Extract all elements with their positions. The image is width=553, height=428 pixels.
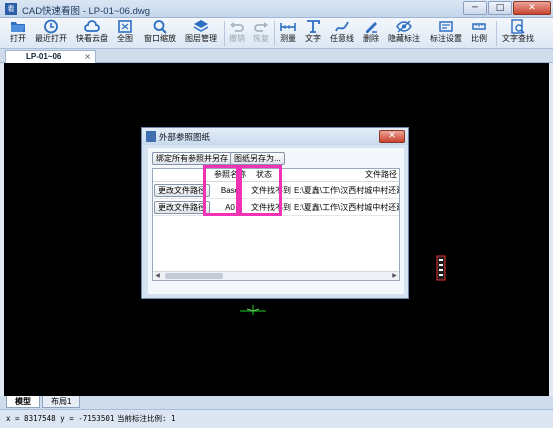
scroll-left-icon[interactable]: ◀ — [153, 272, 162, 280]
layers-icon — [193, 20, 209, 32]
open-button[interactable]: 打开 — [6, 19, 30, 48]
change-path-button[interactable]: 更改文件路径 — [154, 201, 210, 214]
document-tab[interactable]: LP-01~06 × — [5, 50, 96, 63]
drawing-fragment-right — [436, 255, 446, 281]
cloud-button[interactable]: 快看云盘 — [74, 19, 110, 48]
layout-tab-strip: 模型 布局1 — [0, 396, 553, 409]
text-search-icon — [511, 19, 525, 34]
window-zoom-button[interactable]: 窗口缩放 — [141, 19, 179, 48]
history-icon — [44, 19, 58, 34]
scroll-right-icon[interactable]: ▶ — [390, 272, 399, 280]
delete-button[interactable]: 删除 — [361, 19, 381, 48]
hide-annotation-icon — [396, 20, 412, 33]
tab-model[interactable]: 模型 — [6, 396, 40, 408]
scroll-thumb[interactable] — [165, 273, 223, 279]
annotation-scale: 当前标注比例: 1 — [117, 414, 176, 423]
annotation-settings-icon — [439, 21, 453, 32]
dialog-title-bar: 外部参照图纸 ✕ — [142, 128, 408, 145]
freeline-icon — [335, 21, 349, 32]
xref-path: E:\夏鑫\工作\汉西村城中村还建小区 — [294, 203, 399, 212]
window-zoom-icon — [153, 20, 167, 34]
toolbar-divider — [224, 21, 225, 46]
column-header-path: 文件路径 — [365, 170, 397, 179]
main-toolbar: 打开 最近打开 快看云盘 全图 窗口缩放 图层管理 撤销 恢复 测量 文字 任意… — [0, 18, 553, 49]
undo-button[interactable]: 撤销 — [227, 19, 247, 48]
dialog-close-button[interactable]: ✕ — [379, 130, 405, 143]
window-title: CAD快速看图 - LP-01~06.dwg — [22, 6, 151, 17]
highlight-name-column — [203, 165, 239, 216]
toolbar-divider — [274, 21, 275, 46]
measure-icon — [280, 23, 296, 31]
redo-icon — [254, 22, 268, 32]
document-tab-strip: LP-01~06 × — [0, 49, 553, 63]
annotation-settings-button[interactable]: 标注设置 — [428, 19, 464, 48]
hide-annotation-button[interactable]: 隐藏标注 — [386, 19, 422, 48]
scale-button[interactable]: 比例 — [467, 19, 491, 48]
tab-layout1[interactable]: 布局1 — [42, 396, 81, 408]
text-search-button[interactable]: 文字查找 — [500, 19, 536, 48]
close-window-button[interactable]: ✕ — [513, 1, 551, 15]
dialog-icon — [146, 131, 156, 142]
drawing-fragment-bottom — [240, 305, 266, 315]
toolbar-divider — [496, 21, 497, 46]
text-icon — [307, 20, 320, 33]
save-drawing-as-button[interactable]: 图纸另存为... — [230, 152, 285, 165]
status-bar: x = 8317548 y = -7153501 当前标注比例: 1 — [0, 409, 553, 428]
freeline-button[interactable]: 任意线 — [328, 19, 356, 48]
close-tab-icon[interactable]: × — [84, 51, 91, 62]
redo-button[interactable]: 恢复 — [251, 19, 271, 48]
undo-icon — [230, 22, 244, 32]
measure-button[interactable]: 测量 — [278, 19, 298, 48]
highlight-status-column — [239, 165, 282, 216]
document-tab-label: LP-01~06 — [26, 52, 62, 61]
full-extent-icon — [118, 20, 132, 33]
change-path-button[interactable]: 更改文件路径 — [154, 184, 210, 197]
minimize-button[interactable]: ─ — [463, 1, 487, 15]
delete-icon — [366, 22, 377, 33]
coordinate-readout: x = 8317548 y = -7153501 — [6, 414, 115, 423]
folder-open-icon — [11, 22, 25, 32]
title-bar: 看 CAD快速看图 - LP-01~06.dwg ─ □ ✕ — [0, 0, 553, 18]
app-logo-icon: 看 — [5, 3, 17, 15]
dialog-title: 外部参照图纸 — [159, 132, 211, 142]
maximize-button[interactable]: □ — [488, 1, 512, 15]
window-controls: ─ □ ✕ — [463, 1, 551, 15]
full-extent-button[interactable]: 全图 — [113, 19, 137, 48]
recent-button[interactable]: 最近打开 — [33, 19, 69, 48]
scale-icon — [472, 23, 486, 30]
cloud-icon — [84, 20, 100, 32]
layer-manager-button[interactable]: 图层管理 — [182, 19, 220, 48]
bind-all-save-button[interactable]: 绑定所有参照并另存 — [152, 152, 232, 165]
xref-path: E:\夏鑫\工作\汉西村城中村还建小区 — [294, 186, 399, 195]
text-button[interactable]: 文字 — [303, 19, 323, 48]
horizontal-scrollbar[interactable]: ◀ ▶ — [153, 271, 399, 280]
